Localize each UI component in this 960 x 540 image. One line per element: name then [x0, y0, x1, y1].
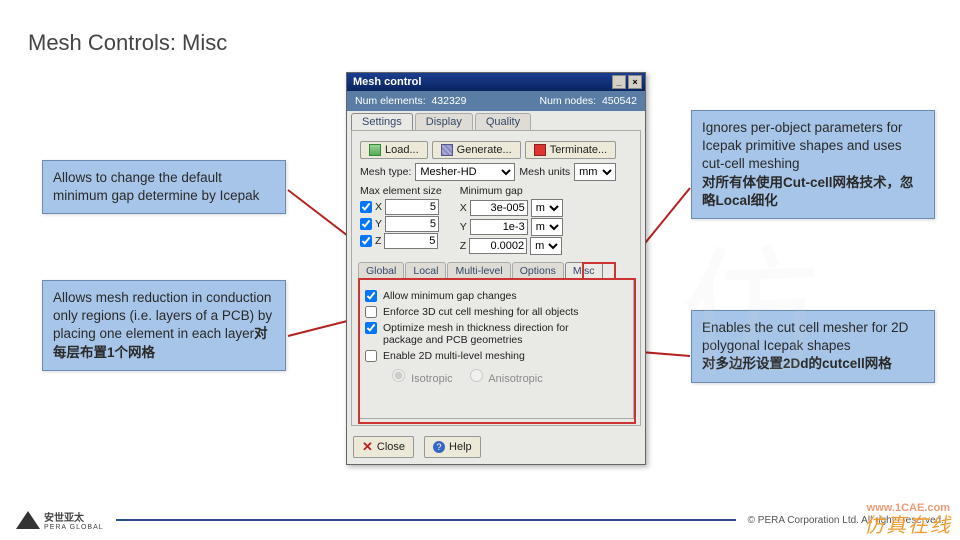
min-y-unit[interactable]: m [531, 218, 563, 236]
mesh-stats-bar: Num elements: 432329 Num nodes: 450542 [347, 91, 645, 111]
main-tabs: Settings Display Quality [351, 113, 641, 130]
enable-2d-label: Enable 2D multi-level meshing [383, 350, 525, 362]
subtabs: Global Local Multi-level Options Misc [358, 262, 634, 279]
stop-icon [534, 144, 546, 156]
close-button[interactable]: ✕ Close [353, 436, 414, 458]
allow-min-gap-label: Allow minimum gap changes [383, 290, 517, 302]
watermark-text: 仿真在线 [864, 509, 952, 538]
num-nodes-label: Num nodes: [539, 95, 596, 107]
footer-divider [116, 519, 736, 521]
max-z-checkbox[interactable] [360, 235, 372, 247]
min-z-unit[interactable]: m [530, 237, 562, 255]
brand-cn: 安世亚太 [44, 509, 104, 524]
anisotropic-label: Anisotropic [488, 373, 542, 385]
mesh-units-label: Mesh units [519, 166, 570, 178]
subtab-options[interactable]: Options [512, 262, 564, 279]
min-gap-group: Minimum gap Xm Ym Zm [460, 185, 563, 256]
dialog-title: Mesh control [350, 76, 610, 88]
callout-text: Allows mesh reduction in conduction only… [53, 290, 272, 341]
callout-text: Ignores per-object parameters for Icepak… [702, 120, 902, 171]
subtab-local[interactable]: Local [405, 262, 446, 279]
max-z-label: Z [375, 235, 381, 247]
close-window-button[interactable]: × [628, 75, 642, 89]
min-gap-label: Minimum gap [460, 185, 563, 197]
mesh-type-select[interactable]: Mesher-HD [415, 163, 515, 181]
enforce-3d-checkbox[interactable] [365, 306, 377, 318]
subtab-global[interactable]: Global [358, 262, 404, 279]
terminate-button[interactable]: Terminate... [525, 141, 616, 159]
optimize-thickness-checkbox[interactable] [365, 322, 377, 334]
misc-panel: Allow minimum gap changes Enforce 3D cut… [358, 279, 634, 419]
settings-panel: Load... Generate... Terminate... Mesh ty… [351, 130, 641, 426]
open-icon [369, 144, 381, 156]
max-x-label: X [375, 201, 382, 213]
allow-min-gap-checkbox[interactable] [365, 290, 377, 302]
generate-button[interactable]: Generate... [432, 141, 521, 159]
max-y-input[interactable] [385, 216, 439, 232]
min-y-label: Y [460, 221, 467, 233]
max-element-label: Max element size [360, 185, 442, 197]
num-nodes-value: 450542 [602, 95, 637, 107]
min-x-unit[interactable]: m [531, 199, 563, 217]
min-x-input[interactable] [470, 200, 528, 216]
mesh-control-dialog: Mesh control _ × Num elements: 432329 Nu… [346, 72, 646, 465]
brand-en: PERA GLOBAL [44, 524, 104, 531]
mesh-type-label: Mesh type: [360, 166, 411, 178]
max-y-checkbox[interactable] [360, 218, 372, 230]
num-elements-label: Num elements: [355, 95, 426, 107]
help-icon: ? [433, 441, 445, 453]
help-button[interactable]: ? Help [424, 436, 481, 458]
callout-cutcell-2d: Enables the cut cell mesher for 2D polyg… [691, 310, 935, 383]
callout-min-gap: Allows to change the default minimum gap… [42, 160, 286, 214]
enforce-3d-label: Enforce 3D cut cell meshing for all obje… [383, 306, 579, 318]
min-z-input[interactable] [469, 238, 527, 254]
tab-settings[interactable]: Settings [351, 113, 413, 130]
optimize-thickness-label: Optimize mesh in thickness direction for… [383, 322, 593, 346]
tab-display[interactable]: Display [415, 113, 473, 130]
mesh-icon [441, 144, 453, 156]
num-elements-value: 432329 [431, 95, 466, 107]
load-label: Load... [385, 144, 419, 156]
triangle-icon [16, 511, 40, 529]
minimize-button[interactable]: _ [612, 75, 626, 89]
isotropic-label: Isotropic [411, 373, 453, 385]
brand-logo: 安世亚太 PERA GLOBAL [16, 509, 104, 531]
terminate-label: Terminate... [550, 144, 607, 156]
max-z-input[interactable] [384, 233, 438, 249]
close-icon: ✕ [362, 439, 373, 455]
dialog-titlebar[interactable]: Mesh control _ × [347, 73, 645, 91]
subtab-multilevel[interactable]: Multi-level [447, 262, 510, 279]
min-y-input[interactable] [470, 219, 528, 235]
tab-quality[interactable]: Quality [475, 113, 531, 130]
max-x-checkbox[interactable] [360, 201, 372, 213]
enable-2d-checkbox[interactable] [365, 350, 377, 362]
isotropic-radio: Isotropic [387, 373, 453, 385]
callout-cutcell-3d: Ignores per-object parameters for Icepak… [691, 110, 935, 219]
mesh-units-select[interactable]: mm [574, 163, 616, 181]
slide-title: Mesh Controls: Misc [28, 30, 227, 56]
generate-label: Generate... [457, 144, 512, 156]
max-y-label: Y [375, 218, 382, 230]
help-label: Help [449, 441, 472, 453]
load-button[interactable]: Load... [360, 141, 428, 159]
anisotropic-radio: Anisotropic [465, 373, 543, 385]
min-x-label: X [460, 202, 467, 214]
callout-mesh-reduction: Allows mesh reduction in conduction only… [42, 280, 286, 371]
subtab-misc[interactable]: Misc [565, 262, 603, 279]
close-label: Close [377, 441, 405, 453]
callout-text: Enables the cut cell mesher for 2D polyg… [702, 320, 908, 353]
slide-footer: 安世亚太 PERA GLOBAL © PERA Corporation Ltd.… [0, 506, 960, 534]
callout-text-cn: 对所有体使用Cut-cell网格技术，忽略Local细化 [702, 175, 914, 208]
max-x-input[interactable] [385, 199, 439, 215]
callout-text-cn: 对多边形设置2Dd的cutcell网格 [702, 356, 892, 371]
max-element-group: Max element size X Y Z [360, 185, 442, 250]
min-z-label: Z [460, 240, 466, 252]
